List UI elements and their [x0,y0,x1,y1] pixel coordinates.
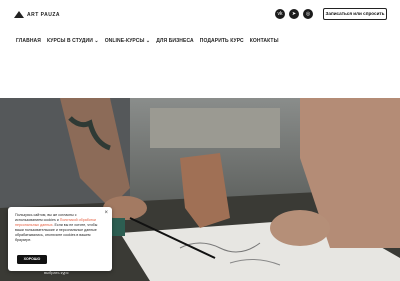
main-nav: ГЛАВНАЯ КУРСЫ В СТУДИИ ⌄ ONLINE-КУРСЫ ⌄ … [16,38,279,44]
logo-icon [14,11,24,18]
logo[interactable]: ART PAUZA [14,11,60,18]
nav-item-contacts[interactable]: КОНТАКТЫ [250,38,279,44]
logo-text: ART PAUZA [27,11,61,18]
social-links: vk ➤ ◎ [275,9,313,19]
vk-icon[interactable]: vk [275,9,285,19]
nav-item-online-courses[interactable]: ONLINE-КУРСЫ ⌄ [105,38,151,44]
nav-item-home[interactable]: ГЛАВНАЯ [16,38,41,44]
signup-button[interactable]: Записаться или спросить [323,8,387,20]
header: ART PAUZA vk ➤ ◎ Записаться или спросить… [0,0,400,98]
cookie-accept-button[interactable]: ХОРОШО [17,255,47,264]
telegram-icon[interactable]: ➤ [289,9,299,19]
nav-item-business[interactable]: ДЛЯ БИЗНЕСА [156,38,194,44]
cookie-message: Пользуясь сайтом, вы же согласны с испол… [15,213,103,243]
nav-item-gift-course[interactable]: ПОДАРИТЬ КУРС [200,38,244,44]
close-icon[interactable]: × [104,210,108,216]
hero-caption[interactable]: выбрать курс [44,270,69,275]
cookie-banner: × Пользуясь сайтом, вы же согласны с исп… [8,207,112,271]
instagram-icon[interactable]: ◎ [303,9,313,19]
nav-item-studio-courses[interactable]: КУРСЫ В СТУДИИ ⌄ [47,38,99,44]
